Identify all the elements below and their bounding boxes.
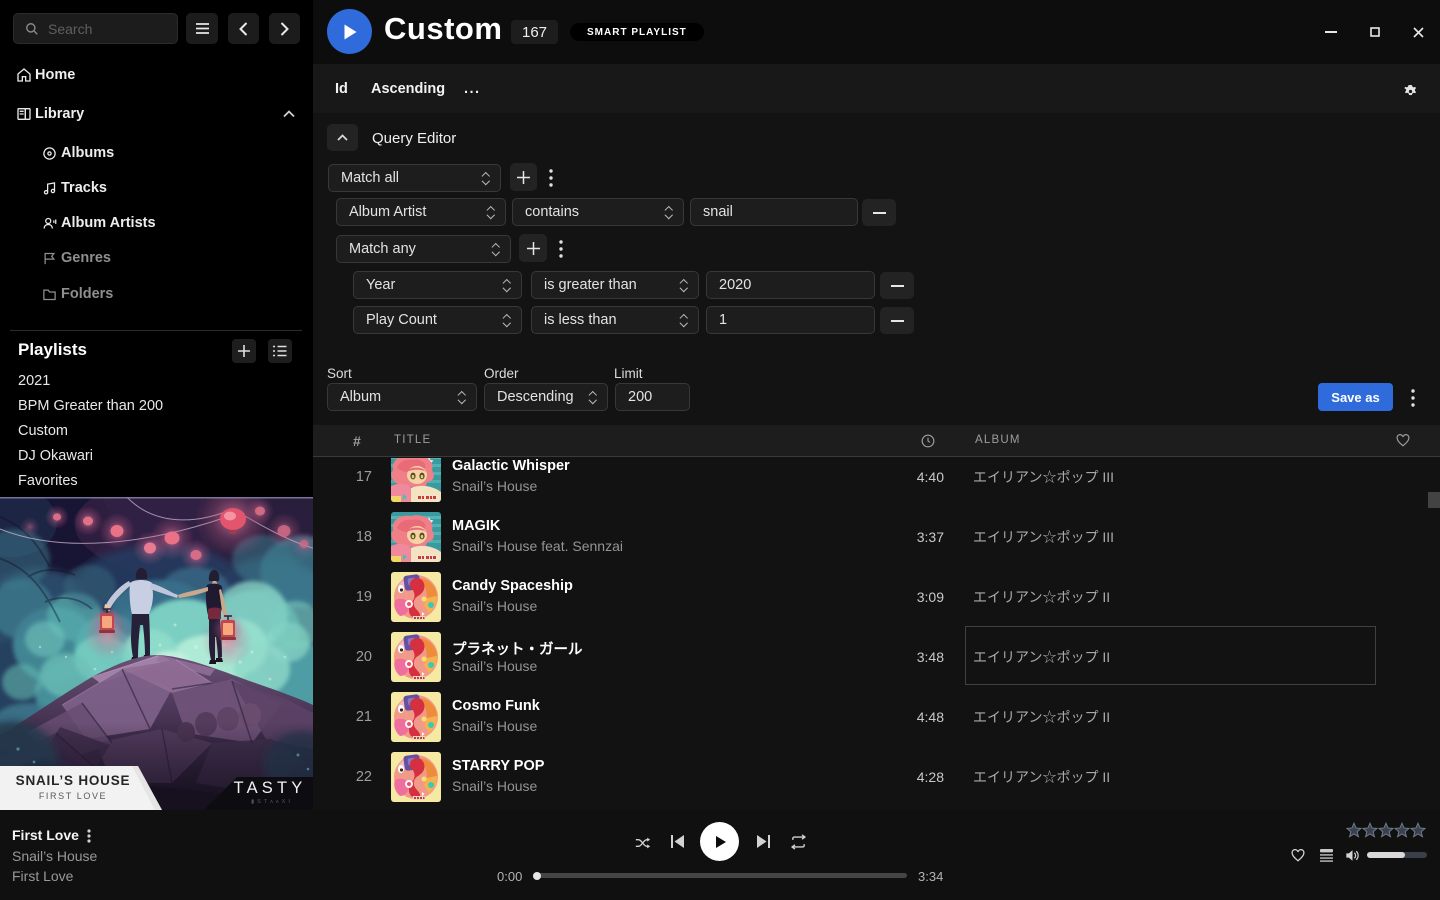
svg-text:FIRST LOVE: FIRST LOVE (39, 791, 107, 801)
svg-text:SNAIL’S HOUSE: SNAIL’S HOUSE (16, 773, 131, 788)
svg-text:▮STʌʌXI: ▮STʌʌXI (251, 799, 293, 805)
svg-text:TASTY: TASTY (234, 779, 307, 797)
